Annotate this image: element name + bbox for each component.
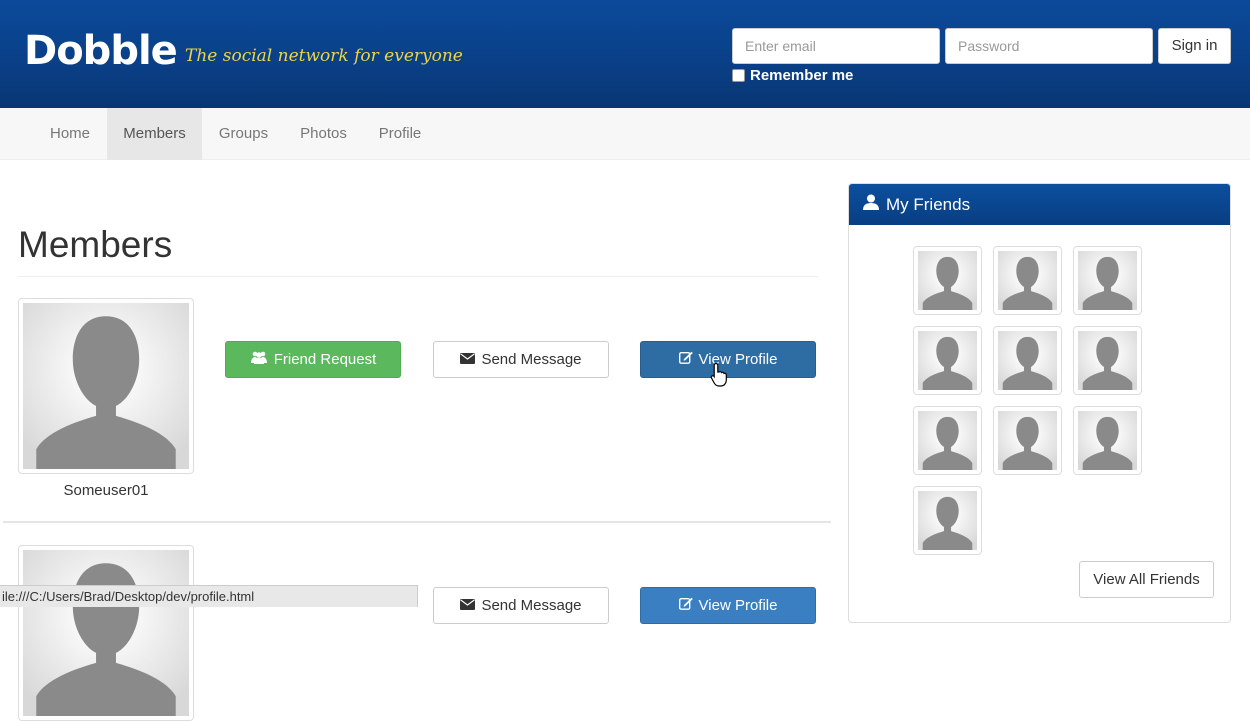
person-silhouette-icon [998, 251, 1057, 310]
friend-thumbnail[interactable] [913, 486, 982, 555]
main-nav: Home Members Groups Photos Profile [0, 108, 1250, 160]
hand-cursor-icon [710, 362, 727, 387]
site-tagline: The social network for everyone [185, 46, 463, 66]
site-header: Dobble The social network for everyone S… [0, 0, 1250, 108]
send-message-button[interactable]: Send Message [433, 341, 609, 378]
users-icon [250, 342, 268, 377]
member-divider [3, 521, 831, 523]
friend-thumbnail[interactable] [1073, 246, 1142, 315]
remember-me[interactable]: Remember me [732, 67, 853, 84]
person-silhouette-icon [918, 411, 977, 470]
friend-thumbnail[interactable] [993, 246, 1062, 315]
view-profile-label: View Profile [698, 597, 778, 614]
send-message-label: Send Message [481, 351, 582, 368]
friend-request-button[interactable]: Friend Request [225, 341, 401, 378]
person-silhouette-icon [1078, 411, 1137, 470]
nav-item-profile[interactable]: Profile [363, 108, 437, 160]
person-silhouette-icon [918, 331, 977, 390]
nav-item-groups[interactable]: Groups [203, 108, 284, 160]
person-silhouette-icon [1078, 331, 1137, 390]
nav-item-members[interactable]: Members [107, 108, 202, 160]
friend-thumbnail[interactable] [913, 326, 982, 395]
divider [18, 276, 818, 277]
friend-request-label: Friend Request [273, 351, 377, 368]
person-silhouette-icon [1078, 251, 1137, 310]
send-message-button[interactable]: Send Message [433, 587, 609, 624]
friend-thumbnail[interactable] [913, 406, 982, 475]
person-silhouette-icon [998, 331, 1057, 390]
friend-thumbnail[interactable] [993, 326, 1062, 395]
person-silhouette-icon [23, 550, 189, 716]
edit-icon [678, 588, 693, 623]
friend-thumbnail[interactable] [993, 406, 1062, 475]
nav-item-home[interactable]: Home [34, 108, 106, 160]
envelope-icon [460, 588, 476, 623]
member-username[interactable]: Someuser01 [18, 482, 194, 499]
nav-item-photos[interactable]: Photos [285, 108, 362, 160]
person-silhouette-icon [998, 411, 1057, 470]
member-avatar[interactable] [18, 545, 194, 721]
friend-thumbnail[interactable] [1073, 326, 1142, 395]
envelope-icon [460, 342, 476, 377]
person-silhouette-icon [918, 491, 977, 550]
person-silhouette-icon [23, 303, 189, 469]
sign-in-button[interactable]: Sign in [1158, 28, 1231, 64]
view-profile-button[interactable]: View Profile [640, 587, 816, 624]
page-title: Members [18, 224, 173, 265]
send-message-label: Send Message [481, 597, 582, 614]
friend-thumbnail[interactable] [913, 246, 982, 315]
remember-me-label: Remember me [750, 67, 854, 84]
site-logo[interactable]: Dobble [24, 28, 178, 74]
password-input[interactable] [945, 28, 1153, 64]
email-input[interactable] [732, 28, 940, 64]
panel-heading: My Friends [849, 184, 1230, 225]
user-icon [863, 194, 879, 215]
panel-title: My Friends [886, 194, 971, 214]
edit-icon [678, 342, 693, 377]
friend-thumbnail[interactable] [1073, 406, 1142, 475]
person-silhouette-icon [918, 251, 977, 310]
view-all-friends-button[interactable]: View All Friends [1079, 561, 1214, 598]
status-bar-url: ile:///C:/Users/Brad/Desktop/dev/profile… [0, 585, 418, 607]
remember-me-checkbox[interactable] [732, 69, 745, 82]
member-avatar[interactable] [18, 298, 194, 474]
